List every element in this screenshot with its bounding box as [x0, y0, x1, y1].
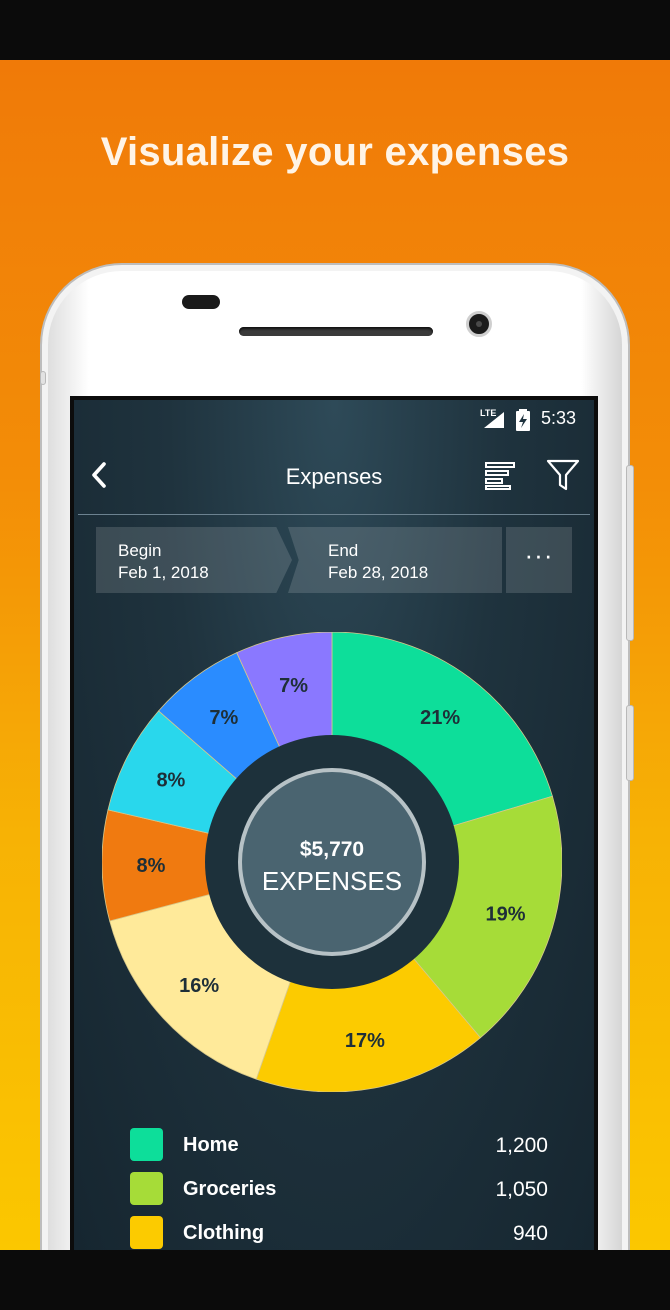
more-options-button[interactable]: ···: [506, 527, 572, 593]
sort-bars-icon: [485, 462, 515, 490]
end-date-value: Feb 28, 2018: [328, 563, 429, 582]
total-label: EXPENSES: [261, 866, 403, 896]
toolbar: Expenses: [74, 442, 594, 514]
proximity-sensor: [182, 295, 220, 309]
begin-label: Begin: [118, 541, 162, 560]
sort-button[interactable]: [484, 460, 516, 492]
status-time: 5:33: [541, 408, 577, 428]
begin-date-value: Feb 1, 2018: [118, 563, 209, 582]
funnel-icon: [546, 459, 580, 491]
phone-power-button: [626, 705, 634, 781]
slice-label: 19%: [485, 904, 525, 926]
filter-button[interactable]: [546, 458, 580, 492]
toolbar-divider: [78, 514, 590, 515]
legend-value: 940: [512, 1222, 548, 1245]
legend-value: 1,200: [495, 1134, 548, 1157]
legend-value: 1,050: [495, 1178, 548, 1201]
legend-label: Clothing: [183, 1222, 265, 1244]
status-bar: LTE 5:33: [74, 400, 594, 440]
legend-swatch: [130, 1216, 163, 1249]
page-title: Expenses: [285, 464, 383, 489]
slice-label: 7%: [279, 675, 308, 697]
slice-label: 8%: [156, 770, 185, 792]
app-screen: LTE 5:33 Expenses Begin Feb 1, 2018 End …: [70, 396, 598, 1250]
legend-swatch: [130, 1128, 163, 1161]
battery-charging-icon: [516, 409, 530, 431]
slice-label: 16%: [179, 975, 219, 997]
phone-volume-button: [626, 465, 634, 641]
center-circle: [238, 768, 426, 956]
legend-label: Groceries: [183, 1178, 277, 1200]
donut-svg: 21%19%17%16%8%8%7%7%: [102, 632, 562, 1092]
begin-date-button[interactable]: Begin Feb 1, 2018: [96, 527, 292, 593]
signal-icon: [484, 412, 504, 428]
slice-label: 7%: [209, 707, 238, 729]
expenses-donut-chart: 21% 19% 17% 16% 8% 8% 7% 7% $5,770 EXPENSES: [102, 632, 562, 1092]
date-range-selector: Begin Feb 1, 2018 End Feb 28, 2018: [96, 527, 502, 593]
legend-item[interactable]: Clothing 940: [130, 1216, 548, 1250]
legend-label: Home: [183, 1134, 239, 1156]
legend-item[interactable]: Home 1,200: [130, 1128, 548, 1162]
legend-item[interactable]: Groceries 1,050: [130, 1172, 548, 1206]
front-camera: [466, 311, 492, 337]
legend-swatch: [130, 1172, 163, 1205]
slice-label: 17%: [345, 1030, 385, 1052]
end-date-button[interactable]: End Feb 28, 2018: [288, 527, 502, 593]
promo-title: Visualize your expenses: [100, 130, 570, 174]
phone-side-notch: [40, 371, 46, 385]
end-label: End: [328, 541, 359, 560]
earpiece-speaker: [239, 327, 433, 336]
slice-label: 21%: [420, 707, 460, 729]
total-amount: $5,770: [299, 838, 365, 861]
